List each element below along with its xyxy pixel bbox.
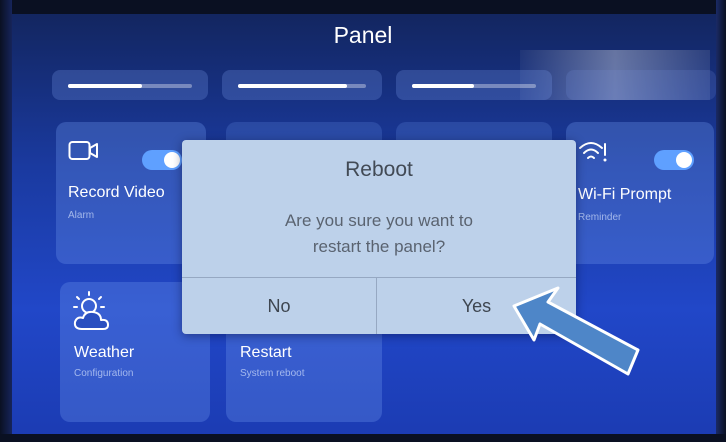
sun-cloud-icon	[73, 291, 109, 330]
restart-title: Restart	[240, 344, 292, 361]
no-button[interactable]: No	[182, 278, 376, 334]
dialog-message: Are you sure you want to restart the pan…	[222, 208, 536, 260]
screen-bezel-top	[0, 0, 726, 14]
slider-fill-1	[68, 84, 143, 88]
dialog-message-line-2: restart the panel?	[312, 237, 446, 256]
wifi-question-icon	[579, 142, 607, 162]
toggle-knob	[676, 152, 692, 168]
screen-bezel-left	[0, 0, 12, 442]
record-video-toggle[interactable]	[142, 150, 182, 170]
slider-card-4	[566, 70, 716, 100]
slider-track-3[interactable]	[412, 84, 536, 88]
weather-subtitle: Configuration	[74, 368, 134, 379]
screen-bezel-bottom	[0, 434, 726, 442]
pointer-arrow-icon	[512, 286, 640, 376]
tile-wifi-prompt[interactable]: Wi-Fi Prompt Reminder	[566, 122, 714, 264]
panel-screen: Panel Record Video Alarm Wi-Fi Prompt Re…	[0, 0, 726, 442]
toggle-knob	[164, 152, 180, 168]
slider-fill-2	[238, 84, 347, 88]
video-camera-icon	[68, 141, 98, 160]
slider-card-2[interactable]	[222, 70, 382, 100]
wifi-prompt-title: Wi-Fi Prompt	[578, 186, 672, 203]
dialog-message-line-1: Are you sure you want to	[284, 211, 474, 230]
wifi-prompt-toggle[interactable]	[654, 150, 694, 170]
dialog-title: Reboot	[345, 158, 413, 181]
screen-bezel-right	[716, 0, 726, 442]
slider-card-1[interactable]	[52, 70, 208, 100]
weather-title: Weather	[74, 344, 135, 361]
slider-track-1[interactable]	[68, 84, 192, 88]
record-video-title: Record Video	[68, 184, 165, 201]
record-video-subtitle: Alarm	[68, 210, 95, 221]
restart-subtitle: System reboot	[240, 368, 305, 379]
slider-card-3[interactable]	[396, 70, 552, 100]
page-title: Panel	[333, 22, 393, 48]
slider-fill-3	[412, 84, 474, 88]
wifi-prompt-subtitle: Reminder	[578, 212, 622, 223]
slider-track-2[interactable]	[238, 84, 366, 88]
